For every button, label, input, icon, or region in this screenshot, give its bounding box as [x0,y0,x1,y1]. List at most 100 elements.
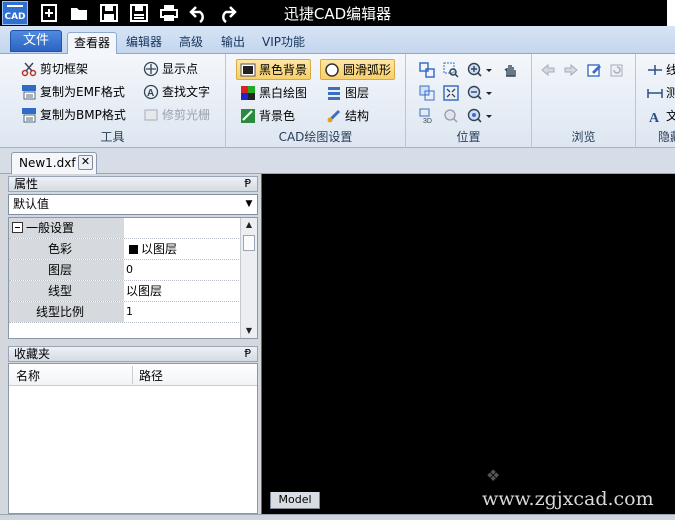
window-title: 迅捷CAD编辑器 [283,5,392,23]
favorites-list[interactable]: 名称 路径 [8,363,258,514]
chevron-down-icon[interactable]: ▼ [241,195,257,214]
smooth-arc-icon [324,62,340,78]
pan-hand-icon[interactable] [499,59,521,80]
edit-view-icon[interactable] [583,59,605,80]
copy-bmp-label: 复制为BMP格式 [40,108,126,122]
property-category-label: 一般设置 [26,221,75,235]
document-tab-label: New1.dxf [19,156,76,170]
favorites-title: 收藏夹 [14,347,51,361]
property-name: 线型 [9,281,124,301]
column-divider[interactable] [132,366,133,384]
trim-raster-button[interactable]: 修剪光栅 [140,104,213,125]
background-color-button[interactable]: 背景色 [237,105,298,126]
background-color-label: 背景色 [259,109,296,123]
bw-draw-button[interactable]: 黑白绘图 [237,82,310,103]
document-tab[interactable]: New1.dxf ✕ [11,152,97,174]
property-value[interactable]: 以图层 [125,281,241,301]
find-text-label: 查找文字 [162,85,211,99]
smooth-arc-button[interactable]: 圆滑弧形 [320,59,396,80]
copy-bmp-button[interactable]: 复制为BMP格式 [18,104,129,125]
group-position: 3D 位置 [406,54,532,148]
bmp-icon [21,107,37,123]
zoom-out-icon[interactable] [466,82,494,103]
group-browse: 浏览 [532,54,636,148]
properties-dropdown[interactable]: 默认值 ▼ [8,194,258,215]
column-path[interactable]: 路径 [139,367,163,384]
show-points-button[interactable]: 显示点 [140,58,201,79]
line-button[interactable]: 线 [644,59,675,80]
zoom-extents-icon[interactable] [416,82,438,103]
property-value[interactable]: 以图层 [125,239,241,259]
black-background-button[interactable]: 黑色背景 [236,59,312,80]
tab-vip[interactable]: VIP功能 [256,32,311,54]
watermark-logo-icon: ❖ [486,466,501,485]
text-button[interactable]: A 文 [644,105,675,126]
fit-screen-icon[interactable] [440,82,462,103]
background-color-icon [240,108,256,124]
zoom-in-icon[interactable] [466,59,494,80]
svg-text:A: A [147,88,154,99]
property-grid: 一般设置 色彩 以图层 图层 0 线型 以图层 线型比例 1 ▲ ▼ [8,217,258,339]
svg-text:A: A [649,111,660,124]
tab-viewer[interactable]: 查看器 [67,32,118,54]
svg-text:3D: 3D [423,118,432,124]
black-background-label: 黑色背景 [259,63,308,77]
layers-button[interactable]: 图层 [323,82,372,103]
collapse-icon[interactable] [12,222,23,233]
zoom-rect-icon[interactable] [440,59,462,80]
tab-editor[interactable]: 编辑器 [120,32,168,54]
tab-output[interactable]: 输出 [215,32,251,54]
measure-button[interactable]: 测 [644,82,675,103]
scroll-thumb[interactable] [243,235,255,251]
pin-icon[interactable]: Ᵽ [244,347,251,361]
black-background-icon [240,62,256,78]
clip-frame-button[interactable]: 剪切框架 [18,58,91,79]
text-a-icon: A [647,108,663,126]
group-browse-label: 浏览 [571,130,596,144]
property-row[interactable]: 线型 以图层 [9,281,241,302]
ribbon-tab-row: 文件 查看器 编辑器 高级 输出 VIP功能 [0,26,675,54]
property-value[interactable]: 1 [125,302,241,322]
property-category: 一般设置 [9,218,124,238]
zoom-360-icon[interactable]: 3D [416,105,438,126]
favorites-columns: 名称 路径 [9,364,257,386]
emf-icon [21,84,37,100]
zoom-previous-icon[interactable] [440,105,462,126]
find-text-icon: A [143,84,159,100]
watermark-text: www.zgjxcad.com [482,488,654,510]
property-row[interactable]: 图层 0 [9,260,241,281]
zoom-options-icon[interactable] [466,105,494,126]
copy-emf-button[interactable]: 复制为EMF格式 [18,81,128,102]
pin-icon[interactable]: Ᵽ [244,177,251,191]
forward-arrow-icon[interactable] [560,59,582,80]
smooth-arc-label: 圆滑弧形 [343,63,392,77]
property-scrollbar[interactable]: ▲ ▼ [240,218,257,338]
drawing-canvas[interactable] [261,174,675,514]
zoom-window-icon[interactable] [416,59,438,80]
property-row[interactable]: 色彩 以图层 [9,239,241,260]
property-row[interactable]: 线型比例 1 [9,302,241,323]
group-hidden: 线 测 A 文 隐藏 [636,54,675,148]
group-position-label: 位置 [456,130,481,144]
show-points-label: 显示点 [162,62,199,76]
structure-icon [326,108,342,124]
refresh-view-icon[interactable] [606,59,628,80]
clip-frame-label: 剪切框架 [40,62,89,76]
structure-button[interactable]: 结构 [323,105,372,126]
group-draw-settings: 黑色背景 黑白绘图 背景色 圆滑弧形 图层 结构 CAD绘图设置 [226,54,406,148]
column-name[interactable]: 名称 [16,367,40,384]
scroll-up-icon[interactable]: ▲ [241,218,257,232]
tab-advanced[interactable]: 高级 [173,32,209,54]
property-category-value [125,218,241,238]
model-tab[interactable]: Model [270,492,320,509]
tab-file[interactable]: 文件 [10,30,62,52]
scroll-down-icon[interactable]: ▼ [241,324,257,338]
title-bar: CAD 迅捷CAD编辑器 [0,0,675,26]
close-icon[interactable]: ✕ [78,155,93,170]
properties-dropdown-value: 默认值 [13,197,50,211]
group-hidden-label: 隐藏 [658,130,675,144]
back-arrow-icon[interactable] [537,59,559,80]
property-category-row[interactable]: 一般设置 [9,218,241,239]
find-text-button[interactable]: A 查找文字 [140,81,213,102]
property-value[interactable]: 0 [125,260,241,280]
